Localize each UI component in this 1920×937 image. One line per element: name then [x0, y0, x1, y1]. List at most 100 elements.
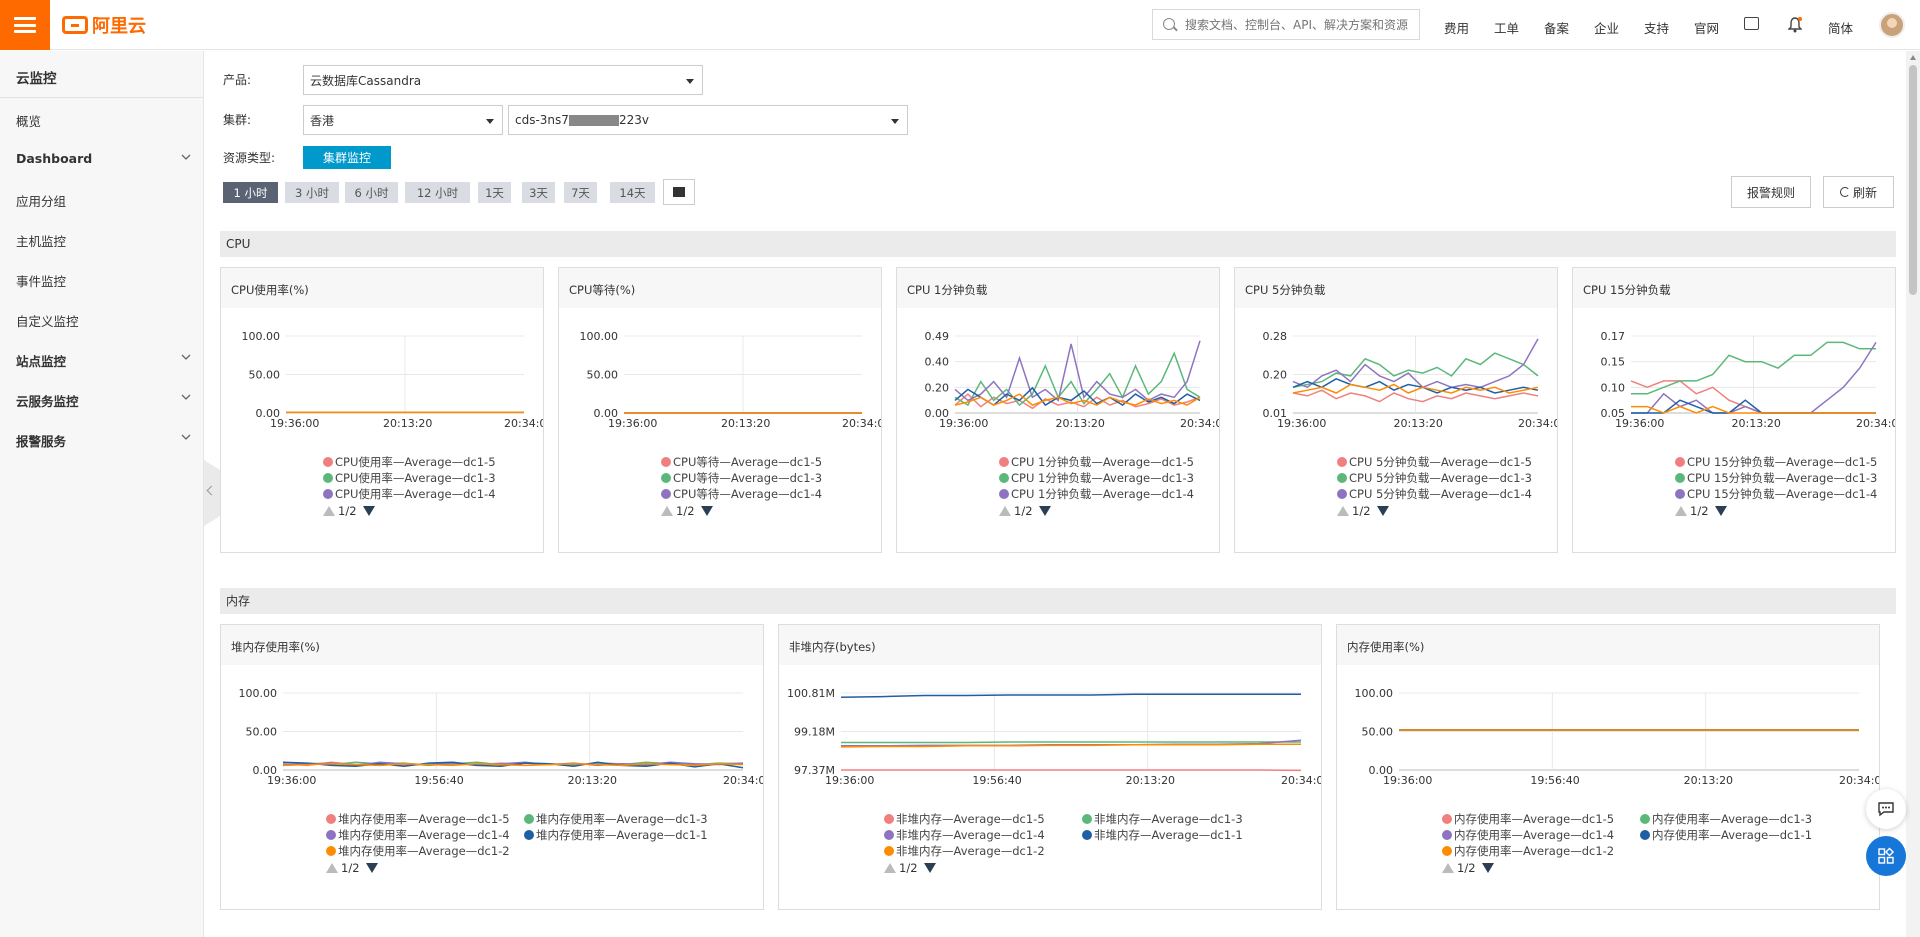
- triangle-up-icon[interactable]: [326, 863, 338, 873]
- legend-item[interactable]: CPU使用率—Average—dc1-4: [323, 486, 496, 502]
- legend-item[interactable]: CPU等待—Average—dc1-5: [661, 454, 822, 470]
- triangle-down-icon[interactable]: [1038, 506, 1051, 516]
- legend-item[interactable]: 内存使用率—Average—dc1-4: [1442, 827, 1614, 843]
- sidebar-item-site-monitoring[interactable]: 站点监控: [16, 351, 192, 370]
- time-range-button[interactable]: 1 小时: [223, 182, 278, 203]
- legend-item[interactable]: 内存使用率—Average—dc1-2: [1442, 843, 1614, 859]
- sidebar-item-custom-monitoring[interactable]: 自定义监控: [16, 311, 192, 330]
- topnav-icp[interactable]: 备案: [1544, 18, 1569, 37]
- refresh-button[interactable]: 刷新: [1823, 176, 1894, 208]
- topnav-tickets[interactable]: 工单: [1494, 18, 1519, 37]
- triangle-up-icon[interactable]: [1675, 506, 1687, 516]
- legend-item[interactable]: CPU使用率—Average—dc1-5: [323, 454, 496, 470]
- user-avatar[interactable]: [1879, 12, 1905, 38]
- legend-item[interactable]: 堆内存使用率—Average—dc1-5: [326, 811, 510, 827]
- sidebar-collapse-toggle[interactable]: [204, 460, 220, 526]
- legend-item[interactable]: 非堆内存—Average—dc1-5: [884, 811, 1045, 827]
- global-search[interactable]: [1152, 9, 1420, 40]
- time-range-button[interactable]: 12 小时: [405, 182, 470, 203]
- x-tick-label: 19:36:00: [939, 417, 988, 430]
- topnav-billing[interactable]: 费用: [1444, 18, 1469, 37]
- triangle-up-icon[interactable]: [884, 863, 896, 873]
- legend-item[interactable]: CPU 1分钟负载—Average—dc1-3: [999, 470, 1194, 486]
- legend-item[interactable]: CPU等待—Average—dc1-3: [661, 470, 822, 486]
- language-switcher[interactable]: 简体: [1828, 18, 1853, 37]
- time-range-button[interactable]: 3 小时: [285, 182, 339, 203]
- topnav-official-site[interactable]: 官网: [1694, 18, 1719, 37]
- series-line[interactable]: [841, 741, 1301, 744]
- triangle-up-icon[interactable]: [323, 506, 335, 516]
- legend-item[interactable]: CPU 5分钟负载—Average—dc1-4: [1337, 486, 1532, 502]
- cluster-select[interactable]: cds-3ns7 223v: [508, 105, 908, 135]
- notification-bell-icon[interactable]: [1787, 17, 1803, 33]
- time-range-button[interactable]: 3天: [522, 182, 555, 203]
- sidebar-divider: [0, 97, 204, 98]
- legend-item[interactable]: 非堆内存—Average—dc1-4: [884, 827, 1045, 843]
- legend-item[interactable]: 非堆内存—Average—dc1-2: [884, 843, 1045, 859]
- triangle-up-icon[interactable]: [999, 506, 1011, 516]
- hamburger-menu-button[interactable]: [0, 0, 50, 50]
- page-scrollbar[interactable]: [1906, 51, 1920, 937]
- legend-item[interactable]: 非堆内存—Average—dc1-1: [1082, 827, 1243, 843]
- legend-item[interactable]: 堆内存使用率—Average—dc1-2: [326, 843, 510, 859]
- triangle-up-icon[interactable]: [661, 506, 673, 516]
- time-range-button[interactable]: 7天: [564, 182, 597, 203]
- topnav-enterprise[interactable]: 企业: [1594, 18, 1619, 37]
- legend-item[interactable]: 非堆内存—Average—dc1-3: [1082, 811, 1243, 827]
- legend-item[interactable]: 内存使用率—Average—dc1-5: [1442, 811, 1614, 827]
- topnav-support[interactable]: 支持: [1644, 18, 1669, 37]
- calendar-button[interactable]: [663, 179, 695, 205]
- sidebar-item-overview[interactable]: 概览: [16, 111, 192, 130]
- triangle-down-icon[interactable]: [1481, 863, 1494, 873]
- sidebar-item-host-monitoring[interactable]: 主机监控: [16, 231, 192, 250]
- apps-shortcut-button[interactable]: [1866, 836, 1906, 876]
- triangle-up-icon[interactable]: [1442, 863, 1454, 873]
- legend-item[interactable]: CPU使用率—Average—dc1-3: [323, 470, 496, 486]
- sidebar-item-dashboard[interactable]: Dashboard: [16, 151, 192, 166]
- caret-down-icon: [686, 79, 694, 84]
- alarm-rules-button[interactable]: 报警规则: [1731, 176, 1811, 208]
- scrollbar-thumb[interactable]: [1909, 65, 1917, 295]
- legend-item[interactable]: CPU等待—Average—dc1-4: [661, 486, 822, 502]
- triangle-down-icon[interactable]: [365, 863, 378, 873]
- brand-logo[interactable]: 阿里云: [62, 13, 146, 37]
- time-range-button[interactable]: 1天: [478, 182, 511, 203]
- triangle-down-icon[interactable]: [1376, 506, 1389, 516]
- legend-item[interactable]: CPU 5分钟负载—Average—dc1-5: [1337, 454, 1532, 470]
- triangle-up-icon[interactable]: [1337, 506, 1349, 516]
- legend-item[interactable]: 堆内存使用率—Average—dc1-4: [326, 827, 510, 843]
- y-tick-label: 0.40: [925, 356, 950, 369]
- legend-item[interactable]: CPU 15分钟负载—Average—dc1-5: [1675, 454, 1877, 470]
- search-input[interactable]: [1183, 16, 1413, 33]
- sidebar-item-event-monitoring[interactable]: 事件监控: [16, 271, 192, 290]
- legend-item[interactable]: 内存使用率—Average—dc1-1: [1640, 827, 1812, 843]
- legend-item[interactable]: 堆内存使用率—Average—dc1-3: [524, 811, 708, 827]
- triangle-down-icon[interactable]: [923, 863, 936, 873]
- region-select[interactable]: 香港: [303, 105, 503, 135]
- triangle-down-icon[interactable]: [362, 506, 375, 516]
- legend-item[interactable]: 内存使用率—Average—dc1-3: [1640, 811, 1812, 827]
- legend-item[interactable]: CPU 15分钟负载—Average—dc1-4: [1675, 486, 1877, 502]
- series-line[interactable]: [840, 693, 1301, 699]
- scroll-up-icon[interactable]: [1910, 55, 1916, 60]
- line-chart: 100.0050.000.0019:36:00 19:56:40 20:13:20 2…: [239, 687, 764, 787]
- product-select[interactable]: 云数据库Cassandra: [303, 65, 703, 95]
- chart-card: 非堆内存(bytes) 100.81M 99.18M 97.37M 19:36:00 19…: [778, 624, 1322, 910]
- sidebar-item-cloud-service-monitoring[interactable]: 云服务监控: [16, 391, 192, 410]
- cluster-monitoring-button[interactable]: 集群监控: [303, 146, 391, 169]
- time-range-button[interactable]: 14天: [610, 182, 655, 203]
- legend-item[interactable]: 堆内存使用率—Average—dc1-1: [524, 827, 708, 843]
- feedback-chat-button[interactable]: [1866, 789, 1906, 829]
- time-range-button[interactable]: 6 小时: [345, 182, 398, 203]
- sidebar-item-app-groups[interactable]: 应用分组: [16, 191, 192, 210]
- x-tick-label: 20:13:20: [721, 417, 770, 430]
- sidebar-item-alarm-service[interactable]: 报警服务: [16, 431, 192, 450]
- legend-item[interactable]: CPU 1分钟负载—Average—dc1-5: [999, 454, 1194, 470]
- terminal-icon[interactable]: [1744, 17, 1759, 30]
- legend-item[interactable]: CPU 5分钟负载—Average—dc1-3: [1337, 470, 1532, 486]
- legend-item[interactable]: CPU 15分钟负载—Average—dc1-3: [1675, 470, 1877, 486]
- legend-item[interactable]: CPU 1分钟负载—Average—dc1-4: [999, 486, 1194, 502]
- triangle-down-icon[interactable]: [1714, 506, 1727, 516]
- x-tick-label: 20:13:20: [1394, 417, 1443, 430]
- triangle-down-icon[interactable]: [700, 506, 713, 516]
